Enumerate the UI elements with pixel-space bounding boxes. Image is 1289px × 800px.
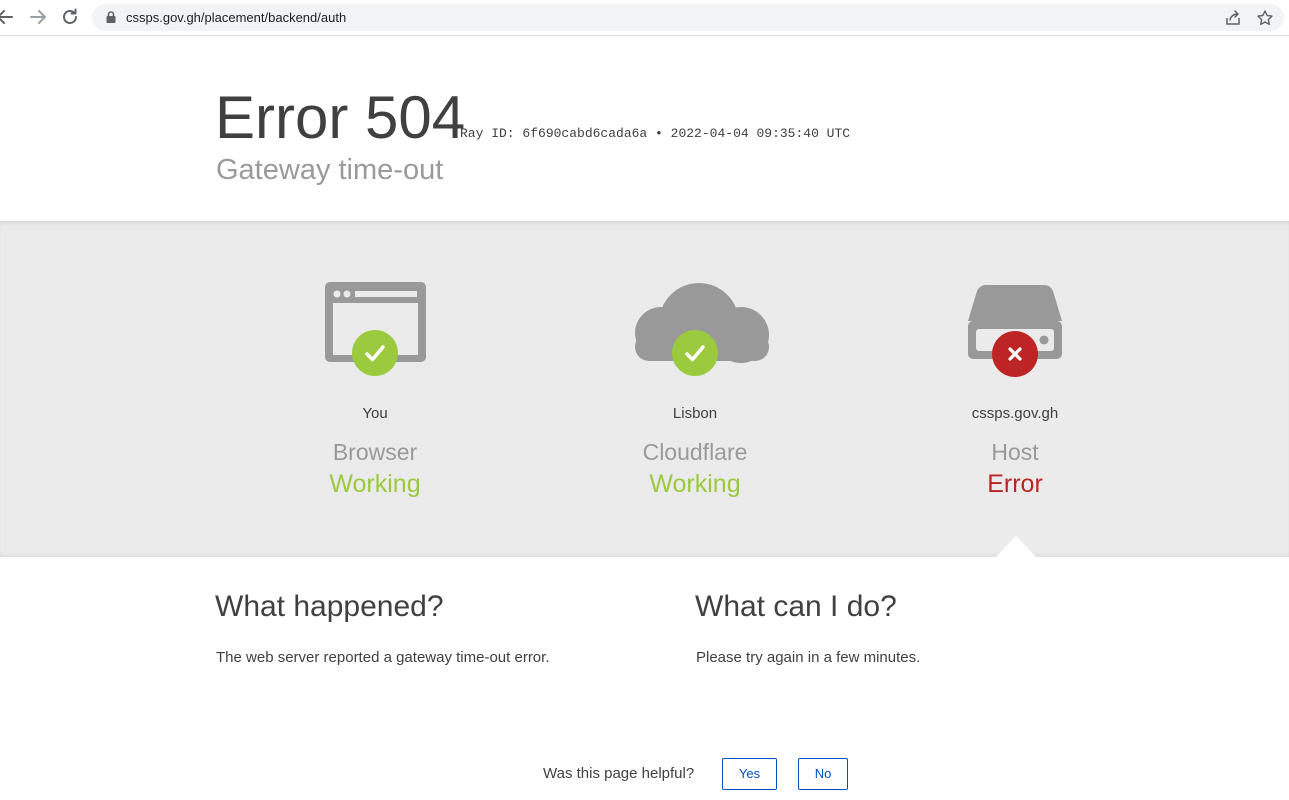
error-subtitle: Gateway time-out (216, 154, 444, 186)
status-band (0, 221, 1289, 557)
what-can-i-do-text: Please try again in a few minutes. (696, 649, 921, 666)
node-name: Host (991, 439, 1039, 465)
what-can-i-do-heading: What can I do? (695, 590, 897, 623)
reload-icon[interactable] (59, 6, 81, 28)
node-status: Working (649, 470, 741, 498)
what-happened-heading: What happened? (215, 590, 444, 623)
feedback-no-button[interactable]: No (798, 758, 848, 790)
feedback-question: Was this page helpful? (543, 765, 695, 782)
back-arrow-icon[interactable] (0, 6, 16, 28)
browser-toolbar: cssps.gov.gh/placement/backend/auth (0, 0, 1289, 36)
feedback-yes-button[interactable]: Yes (722, 758, 777, 790)
bookmark-star-icon[interactable] (1256, 9, 1274, 27)
check-badge-icon (352, 330, 398, 376)
host-node: cssps.gov.gh Host Error (865, 275, 1165, 498)
check-badge-icon (672, 330, 718, 376)
forward-arrow-icon[interactable] (27, 6, 49, 28)
error-title: Error 504 (215, 84, 466, 151)
ray-id-label: Ray ID: 6f690cabd6cada6a • (460, 126, 663, 141)
node-status: Error (987, 470, 1043, 498)
node-status: Working (329, 470, 421, 498)
cloudflare-node: Lisbon Cloudflare Working (545, 275, 845, 498)
browser-node: You Browser Working (225, 275, 525, 498)
node-location: Lisbon (672, 405, 718, 422)
error-pointer (996, 536, 1036, 557)
what-happened-text: The web server reported a gateway time-o… (216, 649, 550, 666)
node-location: You (362, 405, 388, 422)
address-bar[interactable]: cssps.gov.gh/placement/backend/auth (92, 4, 1284, 31)
ray-id: Ray ID: 6f690cabd6cada6a • 2022-04-04 09… (460, 126, 850, 141)
node-location: cssps.gov.gh (971, 405, 1059, 422)
url-text[interactable]: cssps.gov.gh/placement/backend/auth (126, 10, 346, 25)
node-name: Cloudflare (642, 439, 748, 465)
node-name: Browser (332, 439, 418, 465)
lock-icon[interactable] (104, 10, 118, 24)
error-timestamp: 2022-04-04 09:35:40 UTC (670, 126, 851, 141)
error-badge-icon (992, 331, 1038, 377)
share-icon[interactable] (1224, 9, 1242, 27)
